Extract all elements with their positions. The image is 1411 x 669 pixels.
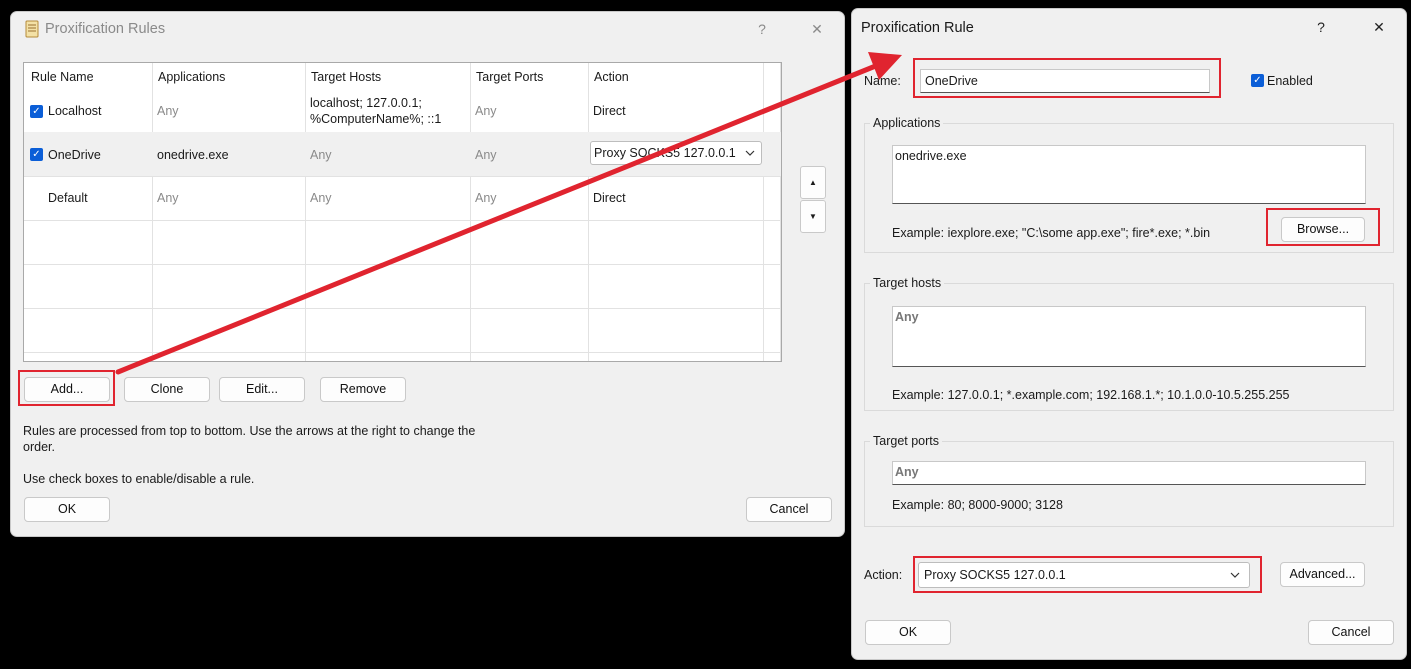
annotation-arrow-icon [115, 52, 902, 375]
